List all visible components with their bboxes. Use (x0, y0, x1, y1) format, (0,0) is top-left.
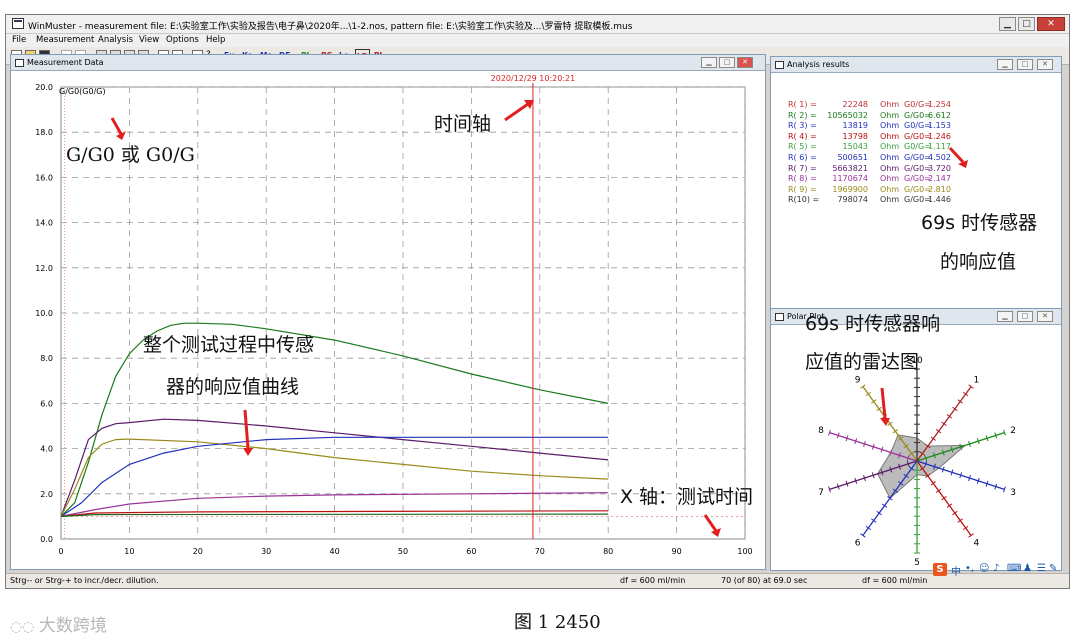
annotation-time-axis: 时间轴 (434, 113, 492, 135)
annotation-response-1: 69s 时传感器 (921, 212, 1038, 234)
ratio-arrow (110, 117, 123, 135)
watermark: ◌◌ 大数跨境 (10, 611, 107, 636)
annotation-response-2: 的响应值 (940, 251, 1017, 273)
figure-caption: 图 1 2450 (514, 612, 601, 633)
annotation-curve-1: 整个测试过程中传感 (143, 334, 315, 356)
response-arrow (948, 146, 965, 164)
annotation-x-axis: X 轴：测试时间 (620, 486, 754, 508)
radar-arrow (880, 387, 887, 419)
annotation-radar-2: 应值的雷达图 (805, 351, 920, 373)
curve-arrow (243, 409, 250, 449)
curve-arrowhead (243, 448, 253, 456)
x-axis-arrow (703, 514, 718, 532)
annotation-radar-1: 69s 时传感器响 (805, 313, 941, 335)
watermark-text: 大数跨境 (38, 616, 107, 636)
radar-arrowhead (880, 418, 890, 426)
time-axis-arrow (504, 102, 529, 122)
annotation-curve-2: 器的响应值曲线 (166, 376, 300, 398)
annotation-ratio: G/G0 或 G0/G (66, 144, 195, 166)
watermark-logo-icon: ◌◌ (10, 619, 39, 635)
